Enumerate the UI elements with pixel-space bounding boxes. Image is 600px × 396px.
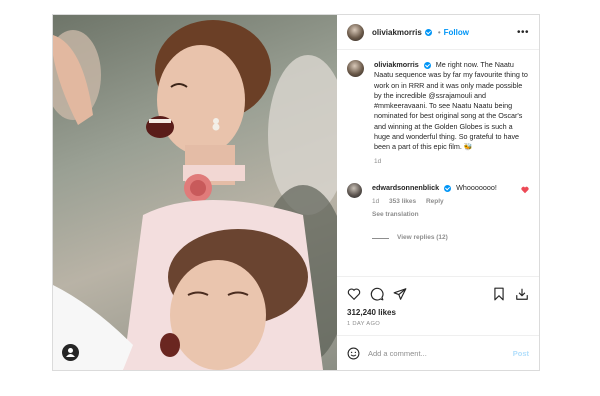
likes-count[interactable]: 312,240 likes [347, 308, 529, 317]
header-username[interactable]: oliviakmorris [372, 28, 422, 37]
comment-input[interactable]: Add a comment... [368, 349, 513, 358]
post-image[interactable] [53, 15, 337, 370]
caption-text: Me right now. The Naatu Naatu sequence w… [374, 60, 528, 152]
comment-icon[interactable] [370, 287, 384, 301]
more-icon[interactable]: ••• [517, 27, 529, 38]
add-comment-bar: Add a comment... Post [337, 335, 539, 370]
comment-time: 1d [372, 198, 380, 206]
see-translation-link[interactable]: See translation [372, 210, 521, 220]
comments-section: oliviakmorris Me right now. The Naatu Na… [337, 50, 539, 276]
comment-text: Whooooooo! [456, 182, 497, 192]
verified-icon [424, 28, 432, 36]
download-icon[interactable] [515, 287, 529, 301]
post-button[interactable]: Post [513, 349, 529, 358]
heart-icon[interactable] [347, 287, 361, 301]
comment-username[interactable]: edwardsonnenblick [372, 183, 439, 192]
comment-item: edwardsonnenblick Whooooooo! 1d 353 like… [347, 182, 529, 220]
share-icon[interactable] [393, 287, 407, 301]
view-replies-button[interactable]: View replies (12) [372, 233, 529, 243]
caption: oliviakmorris Me right now. The Naatu Na… [347, 60, 529, 167]
post-header: oliviakmorris • Follow ••• [337, 15, 539, 50]
emoji-icon[interactable] [347, 347, 360, 360]
post-timestamp[interactable]: 1 DAY AGO [347, 321, 529, 327]
avatar[interactable] [347, 23, 364, 41]
user-tag-button[interactable] [62, 344, 79, 361]
comment-likes[interactable]: 353 likes [389, 198, 416, 205]
view-replies-label: View replies (12) [397, 233, 448, 241]
photo-illustration [53, 20, 337, 370]
caption-time: 1d [374, 157, 382, 165]
heart-icon[interactable] [521, 186, 529, 194]
post-panel: oliviakmorris • Follow ••• oliviakmorris… [337, 15, 539, 370]
reply-button[interactable]: Reply [426, 198, 444, 205]
avatar[interactable] [347, 60, 364, 77]
verified-icon [444, 184, 452, 192]
user-tag-icon [66, 348, 75, 357]
actions-bar: 312,240 likes 1 DAY AGO [337, 276, 539, 327]
follow-button[interactable]: Follow [444, 28, 469, 37]
post-modal: oliviakmorris • Follow ••• oliviakmorris… [52, 14, 540, 371]
divider [372, 237, 389, 239]
verified-icon [423, 61, 431, 69]
save-icon[interactable] [492, 287, 506, 301]
separator-dot: • [437, 27, 441, 37]
avatar[interactable] [347, 182, 362, 198]
caption-username[interactable]: oliviakmorris [374, 60, 419, 69]
